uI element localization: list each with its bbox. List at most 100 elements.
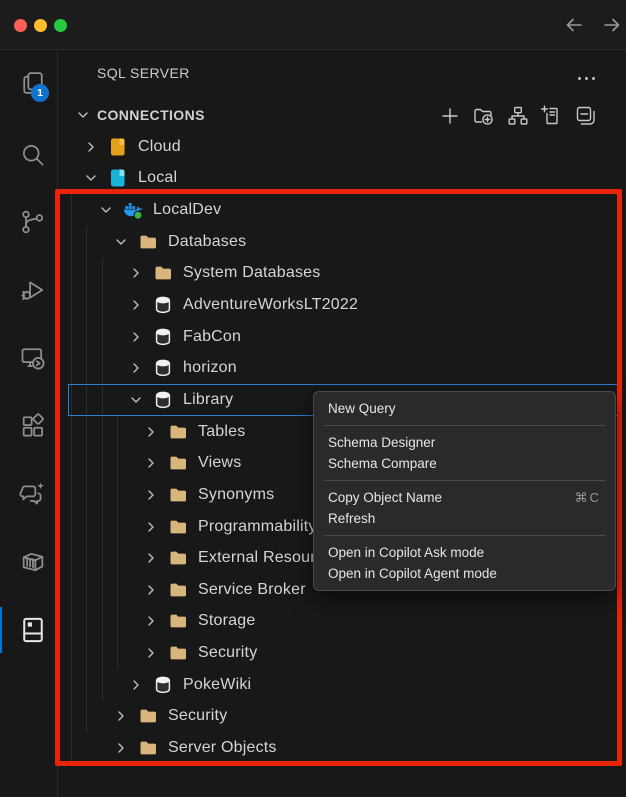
extensions-icon[interactable]	[19, 412, 47, 440]
folder-icon	[138, 738, 158, 758]
tree-row-label: Views	[198, 454, 241, 472]
chevron-right-icon[interactable]	[113, 740, 129, 756]
tree-row-label: LocalDev	[153, 201, 221, 219]
tree-row-label: PokeWiki	[183, 676, 251, 694]
menu-separator	[324, 535, 605, 536]
search-icon[interactable]	[19, 141, 47, 169]
chevron-right-icon[interactable]	[143, 645, 159, 661]
tree-row-databases[interactable]: Databases	[58, 226, 626, 258]
connections-chevron-icon[interactable]	[75, 107, 91, 123]
forward-arrow-icon[interactable]	[601, 14, 623, 36]
tree-row-cloud[interactable]: Cloud	[58, 131, 626, 163]
collapse-all-icon[interactable]	[574, 104, 598, 128]
add-server-icon[interactable]	[540, 104, 564, 128]
database-icon	[153, 675, 173, 695]
chevron-right-icon[interactable]	[143, 455, 159, 471]
tree-row-label: Service Broker	[198, 581, 306, 599]
titlebar	[0, 0, 626, 50]
menu-separator	[324, 480, 605, 481]
folder-icon	[168, 580, 188, 600]
server-group-icon[interactable]	[506, 104, 530, 128]
maximize-button[interactable]	[54, 19, 67, 32]
chevron-right-icon[interactable]	[143, 519, 159, 535]
tree-row-label: Library	[183, 391, 233, 409]
menu-item-label: Open in Copilot Ask mode	[328, 545, 484, 560]
group-icon	[108, 168, 128, 188]
tree-row-label: Server Objects	[168, 739, 277, 757]
chevron-down-icon[interactable]	[98, 202, 114, 218]
menu-item-refresh[interactable]: Refresh	[314, 508, 615, 529]
menu-item-open-in-copilot-agent-mode[interactable]: Open in Copilot Agent mode	[314, 563, 615, 584]
menu-item-label: Schema Designer	[328, 435, 435, 450]
new-connection-group-icon[interactable]	[472, 104, 496, 128]
menu-item-schema-designer[interactable]: Schema Designer	[314, 432, 615, 453]
menu-item-label: Copy Object Name	[328, 490, 442, 505]
chevron-right-icon[interactable]	[128, 265, 144, 281]
chevron-right-icon[interactable]	[143, 550, 159, 566]
source-control-icon[interactable]	[19, 208, 47, 236]
menu-item-shortcut: ⌘C	[575, 490, 601, 506]
tree-row-local[interactable]: Local	[58, 163, 626, 195]
remote-explorer-icon[interactable]	[19, 344, 47, 372]
chevron-right-icon[interactable]	[128, 297, 144, 313]
tree-row-label: Storage	[198, 612, 255, 630]
folder-icon	[168, 485, 188, 505]
more-actions-icon[interactable]	[578, 71, 602, 85]
folder-icon	[168, 643, 188, 663]
menu-item-label: Open in Copilot Agent mode	[328, 566, 497, 581]
chevron-right-icon[interactable]	[143, 424, 159, 440]
tree-row-label: Local	[138, 169, 177, 187]
sql-server-icon[interactable]	[19, 616, 47, 644]
containers-icon[interactable]	[19, 548, 47, 576]
group-icon	[108, 137, 128, 157]
tree-row-server-objects[interactable]: Server Objects	[58, 732, 626, 764]
chevron-down-icon[interactable]	[113, 234, 129, 250]
menu-item-label: Schema Compare	[328, 456, 437, 471]
folder-icon	[138, 232, 158, 252]
chevron-right-icon[interactable]	[143, 582, 159, 598]
tree-row-system-databases[interactable]: System Databases	[58, 258, 626, 290]
menu-item-schema-compare[interactable]: Schema Compare	[314, 453, 615, 474]
tree-row-label: AdventureWorksLT2022	[183, 296, 358, 314]
back-arrow-icon[interactable]	[563, 14, 585, 36]
tree-row-label: FabCon	[183, 328, 241, 346]
chevron-down-icon[interactable]	[128, 392, 144, 408]
tree-row-label: Databases	[168, 233, 246, 251]
tree-row-localdev[interactable]: LocalDev	[58, 194, 626, 226]
chevron-right-icon[interactable]	[128, 677, 144, 693]
tree-row-label: Cloud	[138, 138, 181, 156]
chevron-right-icon[interactable]	[128, 360, 144, 376]
database-icon	[153, 327, 173, 347]
run-debug-icon[interactable]	[19, 276, 47, 304]
chevron-right-icon[interactable]	[83, 139, 99, 155]
tree-row-security[interactable]: Security	[58, 701, 626, 733]
context-menu: New Query Schema Designer Schema Compare Co…	[313, 391, 616, 591]
menu-item-open-in-copilot-ask-mode[interactable]: Open in Copilot Ask mode	[314, 542, 615, 563]
chevron-right-icon[interactable]	[113, 708, 129, 724]
tree-row-horizon[interactable]: horizon	[58, 352, 626, 384]
tree-row-storage[interactable]: Storage	[58, 606, 626, 638]
tree-row-fabcon[interactable]: FabCon	[58, 321, 626, 353]
add-connection-icon[interactable]	[438, 104, 462, 128]
chevron-right-icon[interactable]	[143, 487, 159, 503]
connections-actions	[438, 104, 598, 128]
tree-row-pokewiki[interactable]: PokeWiki	[58, 669, 626, 701]
active-view-indicator	[0, 607, 2, 653]
connections-section-header[interactable]: CONNECTIONS	[97, 107, 205, 123]
tree-row-security[interactable]: Security	[58, 637, 626, 669]
menu-item-label: Refresh	[328, 511, 375, 526]
tree-row-label: Synonyms	[198, 486, 274, 504]
chevron-down-icon[interactable]	[83, 170, 99, 186]
minimize-button[interactable]	[34, 19, 47, 32]
menu-item-new-query[interactable]: New Query	[314, 398, 615, 419]
tree-row-label: Security	[168, 707, 227, 725]
close-button[interactable]	[14, 19, 27, 32]
chevron-right-icon[interactable]	[143, 613, 159, 629]
chevron-right-icon[interactable]	[128, 329, 144, 345]
menu-item-copy-object-name[interactable]: Copy Object Name ⌘C	[314, 487, 615, 508]
database-icon	[153, 358, 173, 378]
database-icon	[153, 390, 173, 410]
folder-icon	[168, 422, 188, 442]
chat-icon[interactable]	[19, 480, 47, 508]
tree-row-adventureworkslt2022[interactable]: AdventureWorksLT2022	[58, 289, 626, 321]
